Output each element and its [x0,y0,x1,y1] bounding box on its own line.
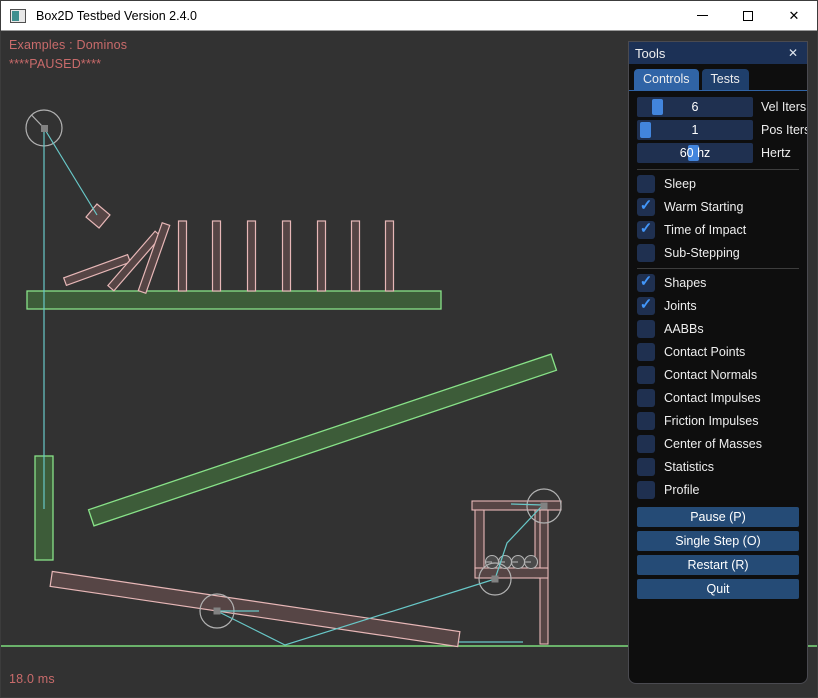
frame-time-label: 18.0 ms [9,672,55,686]
close-icon: ✕ [789,8,800,24]
checkbox-box[interactable] [637,175,655,193]
hertz-slider[interactable]: 60 hz [637,143,753,163]
checkbox-statistics[interactable]: Statistics [637,457,799,476]
checkbox-box[interactable]: ✓ [637,221,655,239]
checkbox-box[interactable] [637,458,655,476]
app-window: Box2D Testbed Version 2.4.0 ✕ [0,0,818,698]
separator [637,169,799,170]
checkbox-friction-impulses[interactable]: Friction Impulses [637,411,799,430]
checkbox-warm-starting[interactable]: ✓ Warm Starting [637,197,799,216]
checkbox-profile[interactable]: Profile [637,480,799,499]
action-buttons: Pause (P) Single Step (O) Restart (R) Qu… [637,507,799,599]
tools-close-button[interactable]: ✕ [785,46,801,60]
pause-button[interactable]: Pause (P) [637,507,799,527]
check-icon: ✓ [640,274,653,289]
domino-platform [27,291,441,309]
checkbox-time-of-impact[interactable]: ✓ Time of Impact [637,220,799,239]
check-icon: ✓ [640,198,653,213]
checkbox-sub-stepping[interactable]: Sub-Stepping [637,243,799,262]
window-title: Box2D Testbed Version 2.4.0 [36,9,679,23]
tools-panel-titlebar[interactable]: Tools ✕ [629,42,807,64]
tab-tests[interactable]: Tests [702,69,749,90]
checkbox-sleep[interactable]: Sleep [637,174,799,193]
checkbox-box[interactable] [637,244,655,262]
hertz-row: 60 hz Hertz [637,143,799,163]
checkbox-box[interactable] [637,389,655,407]
close-button[interactable]: ✕ [771,1,817,30]
checkbox-joints[interactable]: ✓ Joints [637,296,799,315]
paused-label: ****PAUSED**** [9,57,101,71]
tools-panel: Tools ✕ Controls Tests 6 Vel Iters 1 P [628,41,808,684]
tools-tabbar: Controls Tests [629,64,807,91]
vel-iters-slider[interactable]: 6 [637,97,753,117]
pendulum-box[interactable] [86,204,110,228]
checkbox-shapes[interactable]: ✓ Shapes [637,273,799,292]
checkbox-box[interactable] [637,435,655,453]
frame-balls[interactable] [486,556,538,569]
quit-button[interactable]: Quit [637,579,799,599]
single-step-button[interactable]: Single Step (O) [637,531,799,551]
minimize-button[interactable] [679,1,725,30]
checkbox-box[interactable] [637,343,655,361]
checkbox-contact-impulses[interactable]: Contact Impulses [637,388,799,407]
title-bar: Box2D Testbed Version 2.4.0 ✕ [1,1,817,31]
pos-iters-value: 1 [637,120,753,140]
vel-iters-row: 6 Vel Iters [637,97,799,117]
restart-button[interactable]: Restart (R) [637,555,799,575]
pos-iters-label: Pos Iters [761,123,808,137]
pos-iters-slider[interactable]: 1 [637,120,753,140]
minimize-icon [697,15,708,16]
checkbox-center-of-masses[interactable]: Center of Masses [637,434,799,453]
vel-iters-label: Vel Iters [761,100,806,114]
checkbox-contact-points[interactable]: Contact Points [637,342,799,361]
checkbox-box[interactable]: ✓ [637,297,655,315]
checkbox-box[interactable] [637,412,655,430]
checkbox-aabbs[interactable]: AABBs [637,319,799,338]
check-icon: ✓ [640,221,653,236]
hertz-value: 60 hz [637,143,753,163]
checkbox-box[interactable] [637,481,655,499]
tab-controls[interactable]: Controls [634,69,699,90]
checkbox-box[interactable]: ✓ [637,274,655,292]
maximize-icon [743,11,753,21]
maximize-button[interactable] [725,1,771,30]
checkbox-box[interactable] [637,320,655,338]
app-icon [10,9,26,23]
checkbox-contact-normals[interactable]: Contact Normals [637,365,799,384]
dominos-upright[interactable] [179,221,394,291]
separator [637,268,799,269]
vel-iters-value: 6 [637,97,753,117]
check-icon: ✓ [640,297,653,312]
hertz-label: Hertz [761,146,791,160]
tools-panel-title: Tools [635,46,785,61]
joint-anchors [41,125,548,615]
tilted-plank [89,354,557,526]
pos-iters-row: 1 Pos Iters [637,120,799,140]
checkbox-box[interactable] [637,366,655,384]
checkbox-box[interactable]: ✓ [637,198,655,216]
example-label: Examples : Dominos [9,38,127,52]
dominos-falling[interactable] [64,223,170,294]
